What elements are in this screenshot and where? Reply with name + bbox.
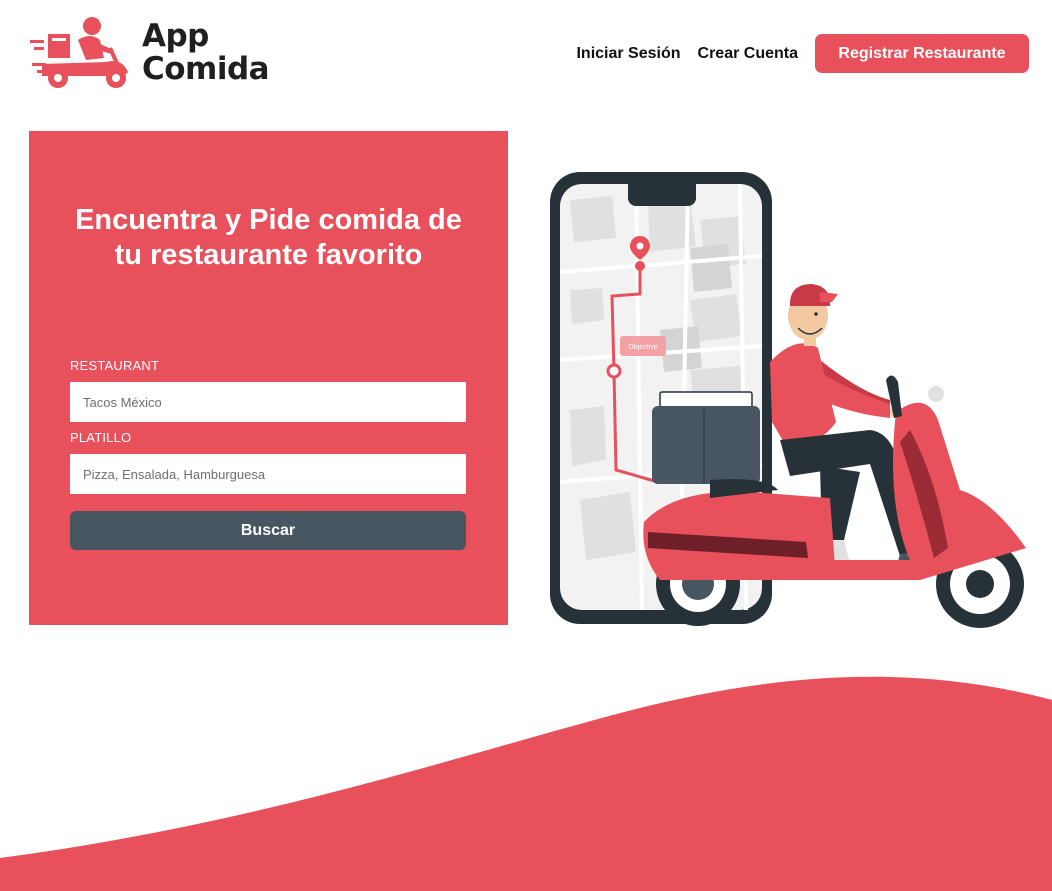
restaurant-input[interactable] — [70, 382, 466, 422]
site-header: App Comida Iniciar Sesión Crear Cuenta R… — [0, 0, 1052, 110]
logo-wordmark: App Comida — [142, 18, 270, 87]
logo-line-1: App — [142, 18, 209, 54]
delivery-scooter-logo-icon — [30, 17, 128, 88]
top-nav: Iniciar Sesión Crear Cuenta Registrar Re… — [576, 34, 1029, 73]
decorative-wave — [0, 676, 1052, 891]
dish-input[interactable] — [70, 454, 466, 494]
delivery-illustration: Objective — [550, 172, 1026, 628]
hero-title: Encuentra y Pide comida de tu restaurant… — [75, 204, 462, 271]
objective-tag-label: Objective — [628, 344, 657, 351]
register-restaurant-button[interactable]: Registrar Restaurante — [815, 34, 1029, 73]
search-button[interactable]: Buscar — [70, 511, 466, 550]
search-card: Encuentra y Pide comida de tu restaurant… — [29, 131, 508, 625]
dish-label: PLATILLO — [70, 430, 132, 445]
delivery-box-illustration — [652, 391, 760, 484]
app-logo[interactable]: App Comida — [28, 14, 288, 94]
logo-line-2: Comida — [142, 51, 270, 87]
signup-link[interactable]: Crear Cuenta — [698, 45, 798, 63]
login-link[interactable]: Iniciar Sesión — [576, 45, 680, 63]
restaurant-label: RESTAURANT — [70, 358, 160, 373]
